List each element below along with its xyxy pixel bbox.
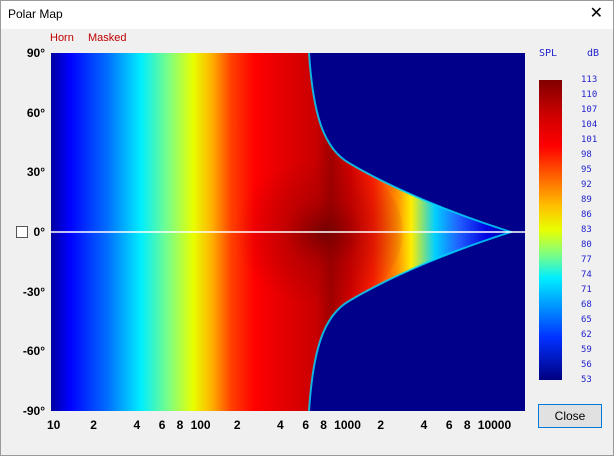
colorbar-tick-label: 104 — [581, 120, 598, 130]
x-tick-label: 10000 — [477, 418, 512, 432]
colorbar-tick-label: 98 — [581, 150, 592, 160]
y-tick-label: 0° — [33, 225, 45, 239]
x-tick-label: 8 — [463, 418, 471, 432]
colorbar-tick-label: 59 — [581, 345, 592, 355]
x-tick-label: 2 — [233, 418, 241, 432]
x-tick-label: 10 — [47, 418, 61, 432]
colorbar-tick-label: 62 — [581, 330, 592, 340]
colorbar-title-db: dB — [587, 48, 600, 59]
colorbar-tick-label: 53 — [581, 375, 592, 385]
x-tick-label: 4 — [420, 418, 428, 432]
colorbar-tick-label: 56 — [581, 360, 592, 370]
window-title: Polar Map — [8, 7, 63, 21]
x-tick-label: 6 — [302, 418, 309, 432]
x-tick-label: 4 — [133, 418, 141, 432]
y-tick-label: -60° — [22, 344, 45, 359]
x-tick-label: 8 — [176, 418, 184, 432]
close-icon[interactable]: ✕ — [590, 4, 603, 24]
y-tick-label: -30° — [22, 284, 45, 299]
x-tick-label: 6 — [445, 418, 453, 432]
colorbar-tick-label: 86 — [581, 210, 592, 220]
colorbar-tick-label: 101 — [581, 135, 598, 145]
colorbar-tick-label: 80 — [581, 240, 592, 250]
x-tick-label: 8 — [320, 418, 327, 432]
y-tick-label: 60° — [26, 105, 45, 120]
polar-map-window: Polar Map ✕ Horn Masked 90° 60° 30° 0° -… — [0, 0, 614, 456]
x-tick-label: 4 — [277, 418, 284, 432]
colorbar-tick-label: 110 — [581, 90, 598, 100]
horn-label: Horn — [50, 32, 74, 44]
close-button[interactable]: Close — [538, 404, 602, 428]
colorbar-tick-label: 74 — [581, 270, 592, 280]
colorbar-tick-label: 65 — [581, 315, 592, 325]
colorbar-tick-label: 77 — [581, 255, 592, 265]
colorbar-tick-label: 92 — [581, 180, 592, 190]
polar-heatmap — [51, 53, 525, 411]
colorbar-tick-label: 95 — [581, 165, 592, 175]
masked-label: Masked — [88, 32, 127, 44]
y-tick-label: 30° — [26, 165, 45, 180]
colorbar-tick-label: 89 — [581, 195, 592, 205]
x-tick-label: 1000 — [334, 418, 361, 432]
colorbar-tick-label: 68 — [581, 300, 592, 310]
colorbar-tick-label: 113 — [581, 75, 598, 85]
colorbar-tick-label: 71 — [581, 285, 592, 295]
x-tick-label: 100 — [190, 418, 211, 432]
colorbar — [539, 80, 562, 380]
colorbar-title-spl: SPL — [539, 48, 558, 59]
y-tick-label: -90° — [22, 404, 45, 418]
x-tick-label: 6 — [158, 418, 166, 432]
colorbar-tick-label: 83 — [581, 225, 592, 235]
x-tick-label: 2 — [90, 418, 97, 432]
y-tick-label: 90° — [26, 46, 45, 60]
x-tick-label: 2 — [377, 418, 385, 432]
title-bar: Polar Map ✕ — [1, 1, 613, 29]
colorbar-tick-label: 107 — [581, 105, 598, 115]
